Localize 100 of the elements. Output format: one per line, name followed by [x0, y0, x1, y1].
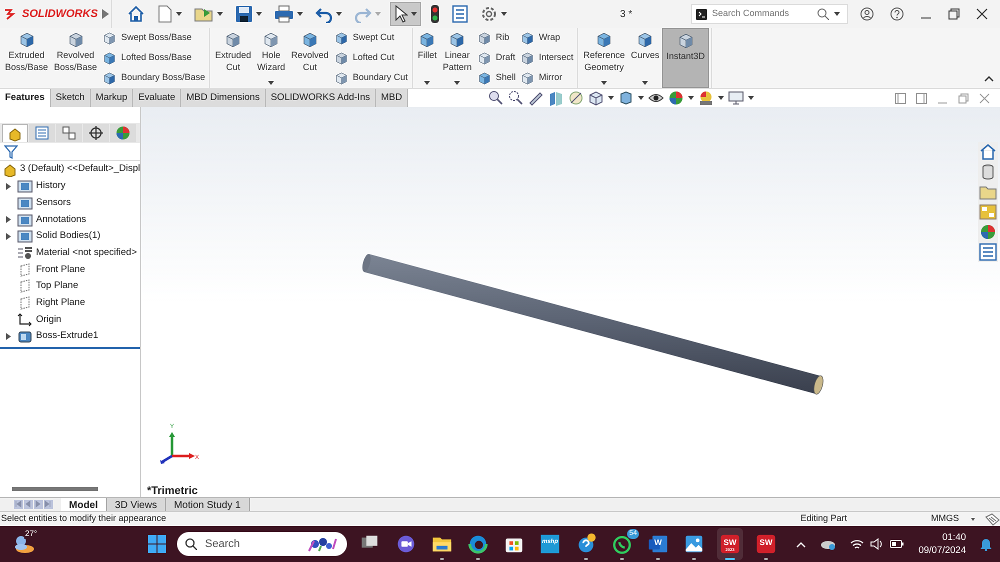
search-commands-field[interactable]: Search Commands	[691, 4, 848, 24]
ribbon-button[interactable]: Intersect	[520, 50, 574, 66]
block-icon[interactable]	[520, 30, 535, 46]
zoom-area-icon[interactable]	[508, 90, 524, 106]
block-icon[interactable]	[18, 31, 36, 49]
ribbon-button[interactable]: Draft	[476, 50, 516, 66]
block-icon[interactable]	[334, 50, 349, 66]
caret-icon[interactable]	[501, 12, 507, 16]
pointer-icon[interactable]	[394, 5, 408, 23]
caret-icon[interactable]	[638, 96, 644, 100]
block-icon[interactable]	[334, 30, 349, 46]
tree-item[interactable]: Top Plane	[0, 278, 140, 295]
panel-tab[interactable]	[56, 124, 82, 142]
sphere-icon[interactable]	[979, 223, 997, 241]
tree-item[interactable]: Sensors	[0, 194, 140, 212]
undo-icon[interactable]	[315, 5, 333, 23]
units-selector[interactable]: MMGS	[931, 512, 959, 526]
search-input[interactable]: Search Commands	[712, 7, 812, 21]
quick-access-button[interactable]	[390, 2, 421, 26]
restore-icon[interactable]	[948, 8, 960, 20]
caret-icon[interactable]	[834, 12, 840, 16]
volume-icon[interactable]	[870, 538, 884, 550]
palette-icon[interactable]	[979, 203, 997, 221]
clock-date[interactable]: 09/07/2024	[918, 544, 966, 557]
ribbon-button[interactable]: Linear Pattern	[440, 28, 475, 88]
expand-arrow-icon[interactable]	[102, 9, 110, 19]
ribbon-button[interactable]: Fillet	[414, 28, 440, 88]
ribbon-button[interactable]: Shell	[476, 70, 516, 86]
save-icon[interactable]	[235, 5, 253, 23]
ribbon-button[interactable]: Boundary Cut	[334, 70, 408, 86]
ribbon-button[interactable]: Swept Cut	[334, 30, 408, 46]
tile-right-icon[interactable]	[916, 92, 927, 104]
ribbon-button[interactable]: Hole Wizard	[254, 28, 288, 88]
command-tab[interactable]: Sketch	[50, 89, 91, 107]
rod-drawing[interactable]	[362, 254, 824, 395]
panel-tab[interactable]	[2, 124, 28, 142]
home-icon[interactable]	[979, 143, 997, 161]
caret-icon[interactable]	[411, 12, 417, 16]
ribbon-button[interactable]: Extruded Boss/Base	[2, 28, 52, 88]
panel-tab[interactable]	[110, 124, 136, 142]
search-icon[interactable]	[817, 8, 829, 20]
ribbon-button[interactable]: Wrap	[520, 30, 574, 46]
block-icon[interactable]	[448, 31, 466, 49]
ribbon-button[interactable]: Revolved Cut	[288, 28, 332, 88]
ribbon-button[interactable]: Instant3D	[662, 28, 709, 88]
command-tab[interactable]: SOLIDWORKS Add-Ins	[266, 89, 376, 107]
block-icon[interactable]	[224, 31, 242, 49]
help-icon[interactable]	[890, 7, 904, 21]
wifi-icon[interactable]	[850, 538, 864, 550]
command-tab[interactable]: Markup	[90, 89, 134, 107]
block-icon[interactable]	[476, 70, 492, 86]
block-icon[interactable]	[520, 50, 535, 66]
block-icon[interactable]	[636, 31, 654, 49]
caret-icon[interactable]	[176, 12, 182, 16]
traffic-light-icon[interactable]	[430, 4, 440, 24]
ribbon-button[interactable]: Swept Boss/Base	[102, 30, 206, 46]
tree-item[interactable]: Right Plane	[0, 294, 140, 312]
list-icon[interactable]	[979, 243, 997, 261]
command-tab[interactable]: Evaluate	[133, 89, 182, 107]
ribbon-button[interactable]: Revolved Boss/Base	[51, 28, 100, 88]
resize-grip-icon[interactable]	[984, 512, 1000, 526]
block-icon[interactable]	[102, 50, 118, 66]
block-icon[interactable]	[66, 31, 85, 49]
start-icon[interactable]	[147, 534, 167, 554]
cloud-icon[interactable]	[820, 538, 836, 550]
cube-view-icon[interactable]	[588, 90, 604, 106]
panel-tab[interactable]	[29, 124, 55, 142]
tree-item[interactable]: Front Plane	[0, 261, 140, 278]
ribbon-button[interactable]: Lofted Boss/Base	[102, 50, 206, 66]
ribbon-button[interactable]: Reference Geometry	[580, 28, 628, 88]
block-icon[interactable]	[334, 70, 349, 86]
settings-icon[interactable]	[480, 5, 498, 23]
section-icon[interactable]	[548, 90, 564, 106]
caret-icon[interactable]	[971, 518, 975, 520]
bottom-tab[interactable]: 3D Views	[106, 498, 166, 511]
tree-root-label[interactable]: 3 (Default) <<Default>_Displ	[20, 162, 140, 177]
caret-icon[interactable]	[268, 81, 274, 85]
block-icon[interactable]	[520, 70, 535, 86]
taskbar-search-field[interactable]: Search	[177, 532, 347, 556]
tree-item[interactable]: Origin	[0, 312, 140, 328]
ribbon-button[interactable]: Rib	[476, 30, 516, 46]
caret-icon[interactable]	[601, 81, 608, 85]
caret-icon[interactable]	[688, 96, 694, 100]
tree-item[interactable]: History	[0, 178, 140, 195]
ribbon-button[interactable]: Extruded Cut	[212, 28, 254, 88]
tree-item[interactable]: Boss-Extrude1	[0, 328, 140, 345]
block-icon[interactable]	[300, 31, 319, 49]
bottom-tab[interactable]: Model	[61, 498, 107, 511]
tree-item[interactable]: Solid Bodies(1)	[0, 228, 140, 245]
search-input[interactable]: Search	[205, 536, 295, 552]
caret-icon[interactable]	[297, 12, 303, 16]
document-icon[interactable]	[157, 5, 173, 23]
account-icon[interactable]	[860, 7, 874, 21]
battery-icon[interactable]	[890, 539, 904, 549]
sphere-icon[interactable]	[668, 90, 684, 106]
bell-icon[interactable]	[980, 538, 992, 550]
caret-icon[interactable]	[336, 12, 342, 16]
caret-icon[interactable]	[424, 81, 430, 85]
caret-icon[interactable]	[217, 12, 223, 16]
bottom-tab[interactable]: Motion Study 1	[166, 498, 250, 511]
